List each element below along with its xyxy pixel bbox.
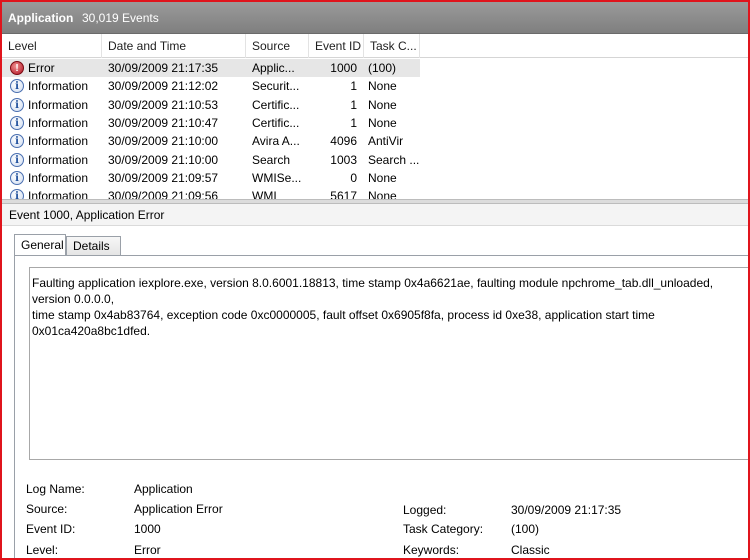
level-label: Level:	[26, 543, 59, 557]
event-task-category: Search ...	[368, 152, 420, 167]
logged-value: 30/09/2009 21:17:35	[511, 503, 622, 517]
tab-general[interactable]: General	[14, 234, 66, 257]
event-message-line: time stamp 0x4ab83764, exception code 0x…	[32, 308, 655, 338]
event-level: i Information	[10, 77, 102, 95]
log-name-value: Application	[134, 482, 193, 496]
event-row[interactable]: i Information 30/09/2009 21:10:53 Certific.…	[2, 96, 420, 114]
event-message-box[interactable]: Faulting application iexplore.exe, versi…	[29, 267, 748, 460]
info-icon: i	[10, 115, 24, 130]
event-source: Avira A...	[252, 134, 300, 149]
event-id: 1000	[330, 61, 357, 75]
event-count: 30,019 Events	[82, 11, 159, 25]
event-task-category: None	[368, 189, 397, 199]
event-row[interactable]: i Information 30/09/2009 21:09:56 WMI 5617 No…	[2, 187, 420, 199]
keywords-label: Keywords:	[403, 543, 460, 557]
event-datetime: 30/09/2009 21:10:53	[108, 97, 219, 112]
event-level-text: Information	[28, 97, 89, 112]
event-level: i Information	[10, 187, 102, 199]
event-task-category: None	[368, 115, 397, 130]
event-task-category: AntiVir	[368, 134, 404, 149]
event-level-text: Information	[28, 79, 89, 94]
column-header-event-id[interactable]: Event ID	[309, 34, 364, 58]
event-source: Securit...	[252, 79, 300, 94]
general-tab-panel: Faulting application iexplore.exe, versi…	[14, 255, 748, 558]
event-level: i Information	[10, 169, 102, 187]
info-icon: i	[10, 79, 24, 94]
log-header: Application 30,019 Events	[2, 2, 748, 34]
source-value: Application Error	[134, 502, 223, 516]
event-id: 0	[350, 170, 357, 185]
info-icon: i	[10, 134, 24, 149]
events-list-header: Level Date and Time Source Event ID Task…	[2, 34, 748, 58]
event-row[interactable]: i Information 30/09/2009 21:09:57 WMISe... 0…	[2, 169, 420, 187]
task-category-label: Task Category:	[403, 522, 484, 536]
event-details-pane: Event 1000, Application Error General De…	[2, 204, 748, 558]
event-task-category: None	[368, 97, 397, 112]
event-row[interactable]: ! Error 30/09/2009 21:17:35 Applic... 1000 (1…	[2, 59, 420, 77]
task-category-value: (100)	[511, 522, 540, 536]
event-id-value: 1000	[134, 522, 161, 536]
event-row[interactable]: i Information 30/09/2009 21:10:47 Certific.…	[2, 114, 420, 132]
events-list[interactable]: Level Date and Time Source Event ID Task…	[2, 34, 748, 199]
event-row[interactable]: i Information 30/09/2009 21:12:02 Securit..…	[2, 77, 420, 95]
event-id: 5617	[330, 189, 357, 199]
event-level-text: Information	[28, 134, 89, 149]
info-icon: i	[10, 189, 24, 199]
event-level-text: Information	[28, 170, 89, 185]
info-icon: i	[10, 152, 24, 167]
event-details-title: Event 1000, Application Error	[2, 204, 748, 226]
event-level: ! Error	[10, 59, 102, 77]
event-id: 1	[350, 115, 357, 130]
error-icon: !	[10, 61, 24, 75]
event-level-text: Error	[28, 61, 55, 75]
event-id: 4096	[330, 134, 357, 149]
event-level-text: Information	[28, 189, 89, 199]
keywords-value: Classic	[511, 543, 550, 557]
level-value: Error	[134, 543, 161, 557]
column-header-source[interactable]: Source	[246, 34, 309, 58]
event-level-text: Information	[28, 152, 89, 167]
event-datetime: 30/09/2009 21:12:02	[108, 79, 219, 94]
event-id: 1	[350, 97, 357, 112]
tab-details[interactable]: Details	[66, 236, 121, 256]
event-level-text: Information	[28, 115, 89, 130]
event-task-category: None	[368, 79, 397, 94]
column-header-date-time[interactable]: Date and Time	[102, 34, 246, 58]
event-task-category: None	[368, 170, 397, 185]
event-source: WMI	[252, 189, 277, 199]
column-header-level[interactable]: Level	[2, 34, 102, 58]
event-level: i Information	[10, 151, 102, 169]
event-row[interactable]: i Information 30/09/2009 21:10:00 Avira A..…	[2, 132, 420, 150]
column-header-task-category[interactable]: Task C...	[364, 34, 420, 58]
source-label: Source:	[26, 502, 68, 516]
logged-label: Logged:	[403, 503, 447, 517]
event-datetime: 30/09/2009 21:10:47	[108, 115, 219, 130]
event-source: Certific...	[252, 115, 300, 130]
info-icon: i	[10, 97, 24, 112]
event-datetime: 30/09/2009 21:09:56	[108, 189, 219, 199]
event-source: Applic...	[252, 61, 295, 75]
event-message: Faulting application iexplore.exe, versi…	[32, 275, 748, 339]
event-id: 1	[350, 79, 357, 94]
event-row[interactable]: i Information 30/09/2009 21:10:00 Search 100…	[2, 151, 420, 169]
event-id-label: Event ID:	[26, 522, 76, 536]
event-datetime: 30/09/2009 21:17:35	[108, 61, 219, 75]
log-title: Application	[8, 11, 74, 25]
event-viewer-window: Application 30,019 Events Level Date and…	[0, 0, 750, 560]
event-datetime: 30/09/2009 21:10:00	[108, 152, 219, 167]
event-task-category: (100)	[368, 61, 397, 75]
event-datetime: 30/09/2009 21:10:00	[108, 134, 219, 149]
event-id: 1003	[330, 152, 357, 167]
event-level: i Information	[10, 114, 102, 132]
event-source: Search	[252, 152, 291, 167]
log-name-label: Log Name:	[26, 482, 85, 496]
event-source: WMISe...	[252, 170, 302, 185]
event-level: i Information	[10, 96, 102, 114]
event-level: i Information	[10, 132, 102, 150]
event-datetime: 30/09/2009 21:09:57	[108, 170, 219, 185]
event-source: Certific...	[252, 97, 300, 112]
info-icon: i	[10, 170, 24, 185]
event-message-line: Faulting application iexplore.exe, versi…	[32, 276, 714, 306]
